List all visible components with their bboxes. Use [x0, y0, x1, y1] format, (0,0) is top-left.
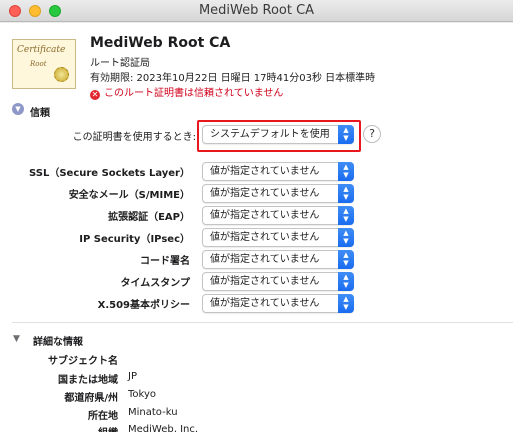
trust-row-value: 値が指定されていません: [210, 298, 320, 309]
certificate-seal-icon: [54, 67, 69, 82]
trust-row-label: 安全なメール（S/MIME）: [68, 190, 190, 201]
trust-row-value: 値が指定されていません: [210, 210, 320, 221]
certificate-kind: ルート認証局: [90, 58, 150, 69]
certificate-icon-sub: Root: [30, 60, 47, 68]
details-section-label: 詳細な情報: [33, 337, 83, 348]
trust-row-label: タイムスタンプ: [120, 278, 191, 289]
certificate-warning-text: このルート証明書は信頼されていません: [104, 88, 284, 99]
disclosure-down-icon[interactable]: ▼: [12, 103, 24, 115]
section-divider: [12, 322, 513, 323]
popup-stepper-icon: ▲ ▼: [338, 184, 354, 203]
trust-row-label: 拡張認証（EAP）: [108, 212, 190, 223]
detail-field-label: 国または地域: [58, 375, 118, 386]
certificate-icon: Certificate Root: [12, 39, 76, 89]
popup-stepper-icon: ▲ ▼: [338, 228, 354, 247]
trust-row-popup[interactable]: 値が指定されていません ▲ ▼: [202, 162, 354, 181]
subject-label: サブジェクト名: [48, 356, 118, 367]
trust-row-label: コード署名: [140, 256, 190, 267]
detail-field-label: 都道府県/州: [64, 393, 118, 404]
trust-row-popup[interactable]: 値が指定されていません ▲ ▼: [202, 250, 354, 269]
detail-field-value: JP: [128, 371, 137, 382]
certificate-detail-panel: Certificate Root MediWeb Root CA ルート認証局 …: [0, 23, 513, 432]
trust-row-popup[interactable]: 値が指定されていません ▲ ▼: [202, 184, 354, 203]
trust-row-value: 値が指定されていません: [210, 232, 320, 243]
highlight-box: [197, 120, 361, 152]
popup-stepper-icon: ▲ ▼: [338, 206, 354, 225]
certificate-warning: ✕ このルート証明書は信頼されていません: [90, 84, 283, 100]
trust-row-value: 値が指定されていません: [210, 254, 320, 265]
trust-use-label: この証明書を使用するとき:: [72, 132, 196, 143]
popup-stepper-icon: ▲ ▼: [338, 162, 354, 181]
popup-stepper-icon: ▲ ▼: [338, 294, 354, 313]
detail-field-value: MediWeb, Inc.: [128, 424, 199, 432]
trust-row-popup[interactable]: 値が指定されていません ▲ ▼: [202, 294, 354, 313]
trust-row-value: 値が指定されていません: [210, 166, 320, 177]
certificate-name: MediWeb Root CA: [90, 35, 231, 51]
certificate-icon-text: Certificate: [17, 45, 66, 55]
trust-row-label: IP Security（IPsec）: [79, 234, 190, 245]
help-button[interactable]: ?: [363, 125, 381, 143]
popup-stepper-icon: ▲ ▼: [338, 272, 354, 291]
popup-stepper-icon: ▲ ▼: [338, 250, 354, 269]
detail-field-value: Tokyo: [128, 389, 156, 400]
window-titlebar: MediWeb Root CA: [0, 0, 513, 22]
trust-section-label: 信頼: [30, 108, 50, 119]
trust-row-popup[interactable]: 値が指定されていません ▲ ▼: [202, 206, 354, 225]
trust-row-popup[interactable]: 値が指定されていません ▲ ▼: [202, 228, 354, 247]
error-circle-icon: ✕: [90, 90, 100, 100]
disclosure-down-icon[interactable]: ▼: [13, 334, 20, 344]
trust-row-label: X.509基本ポリシー: [97, 300, 190, 311]
trust-row-value: 値が指定されていません: [210, 276, 320, 287]
detail-field-label: 組織: [0, 424, 118, 432]
detail-field-label: 所在地: [88, 411, 118, 422]
trust-row-label: SSL（Secure Sockets Layer）: [29, 168, 190, 179]
trust-row-popup[interactable]: 値が指定されていません ▲ ▼: [202, 272, 354, 291]
window-title: MediWeb Root CA: [198, 3, 315, 18]
trust-row-value: 値が指定されていません: [210, 188, 320, 199]
detail-field-value: Minato-ku: [128, 407, 178, 418]
certificate-expiry: 有効期限: 2023年10月22日 日曜日 17時41分03秒 日本標準時: [90, 73, 376, 84]
